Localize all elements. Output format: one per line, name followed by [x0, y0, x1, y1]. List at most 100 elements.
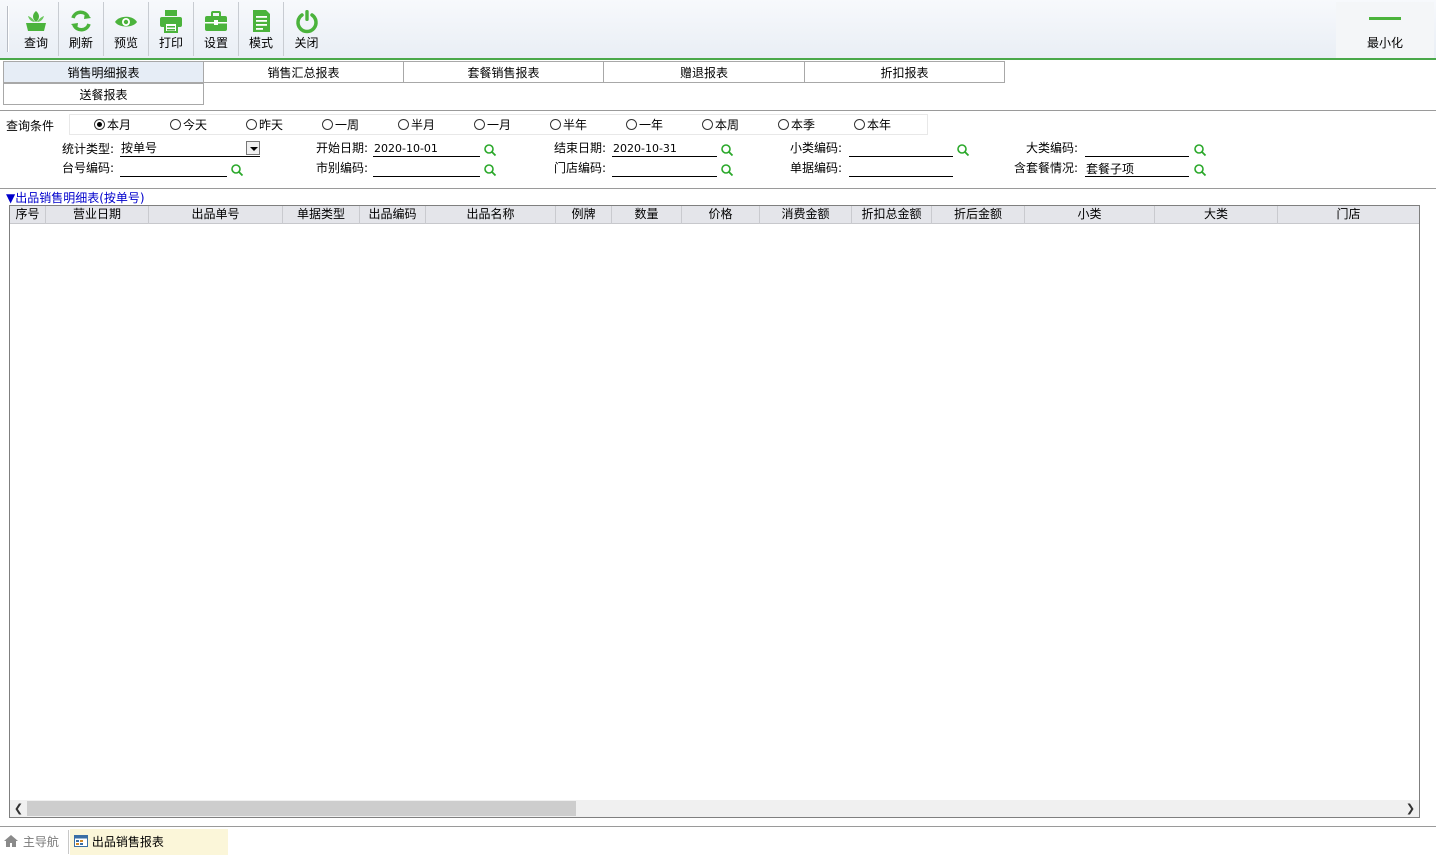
table-code-label: 台号编码:	[61, 161, 114, 175]
chevron-down-icon[interactable]	[246, 141, 260, 155]
column-header[interactable]: 例牌	[556, 206, 612, 224]
refresh-button[interactable]: 刷新	[59, 2, 104, 56]
mode-button[interactable]: 模式	[239, 2, 284, 56]
radio-dot	[778, 119, 789, 130]
subcategory-code-label: 小类编码:	[789, 141, 842, 155]
tab-discount[interactable]: 折扣报表	[804, 61, 1005, 83]
store-code-field[interactable]	[612, 160, 717, 177]
radio-this-month[interactable]: 本月	[94, 117, 131, 133]
radio-dot	[246, 119, 257, 130]
radio-dot	[94, 119, 105, 130]
end-date-field[interactable]	[612, 140, 717, 157]
radio-label: 昨天	[259, 118, 284, 132]
tab-delivery[interactable]: 送餐报表	[3, 83, 204, 105]
home-nav-label: 主导航	[22, 835, 59, 849]
end-date-search-icon[interactable]	[720, 143, 734, 157]
tab-sales-summary[interactable]: 销售汇总报表	[203, 61, 404, 83]
package-status-field[interactable]	[1085, 160, 1189, 177]
category-code-field[interactable]	[1085, 140, 1189, 157]
start-date-search-icon[interactable]	[483, 143, 497, 157]
radio-label: 本周	[715, 118, 740, 132]
column-header[interactable]: 出品编码	[360, 206, 426, 224]
radio-dot	[626, 119, 637, 130]
currency-search-icon[interactable]	[483, 163, 497, 177]
horizontal-scrollbar[interactable]: ❮ ❯	[10, 800, 1419, 817]
query-button[interactable]: 查询	[14, 2, 59, 56]
radio-dot	[474, 119, 485, 130]
home-icon	[4, 835, 18, 847]
home-nav-button[interactable]: 主导航	[3, 831, 59, 853]
table-code-field[interactable]	[120, 160, 227, 177]
radio-this-year[interactable]: 本年	[854, 117, 891, 133]
store-search-icon[interactable]	[720, 163, 734, 177]
tab-package-sales[interactable]: 套餐销售报表	[403, 61, 604, 83]
radio-half-month[interactable]: 半月	[398, 117, 435, 133]
minimize-icon	[1369, 17, 1401, 20]
radio-half-year[interactable]: 半年	[550, 117, 587, 133]
end-date-label: 结束日期:	[553, 141, 606, 155]
report-tabs: 销售明细报表 销售汇总报表 套餐销售报表 赠退报表 折扣报表 送餐报表	[0, 60, 1436, 111]
column-header[interactable]: 序号	[10, 206, 46, 224]
tab-gift-return[interactable]: 赠退报表	[603, 61, 805, 83]
column-header[interactable]: 数量	[612, 206, 682, 224]
scroll-left-icon[interactable]: ❮	[10, 800, 27, 817]
nav-tab-label: 出品销售报表	[91, 835, 164, 849]
nav-tab-product-sales-report[interactable]: 出品销售报表	[70, 829, 228, 855]
minimize-button[interactable]: 最小化	[1336, 2, 1434, 58]
store-code-label: 门店编码:	[553, 161, 606, 175]
power-icon	[295, 10, 318, 34]
query-title: 查询条件	[6, 119, 55, 133]
sales-detail-grid: 序号 营业日期 出品单号 单据类型 出品编码 出品名称 例牌 数量 价格 消费金…	[9, 205, 1420, 818]
settings-button[interactable]: 设置	[194, 2, 239, 56]
category-search-icon[interactable]	[1193, 143, 1207, 157]
grid-section-title[interactable]: ▼出品销售明细表(按单号)	[6, 191, 145, 205]
mode-button-label: 模式	[248, 36, 273, 50]
radio-one-year[interactable]: 一年	[626, 117, 663, 133]
radio-dot	[322, 119, 333, 130]
column-header[interactable]: 营业日期	[46, 206, 149, 224]
radio-today[interactable]: 今天	[170, 117, 207, 133]
column-header[interactable]: 单据类型	[283, 206, 360, 224]
query-icon	[26, 11, 46, 31]
column-header[interactable]: 大类	[1155, 206, 1278, 224]
document-icon	[253, 10, 270, 32]
column-header[interactable]: 小类	[1025, 206, 1155, 224]
tab-sales-detail[interactable]: 销售明细报表	[3, 61, 204, 83]
report-grid-icon	[74, 835, 88, 847]
start-date-field[interactable]	[373, 140, 480, 157]
bill-code-field[interactable]	[849, 160, 953, 177]
package-status-label: 含套餐情况:	[1013, 161, 1078, 175]
scroll-right-icon[interactable]: ❯	[1402, 800, 1419, 817]
radio-this-week[interactable]: 本周	[702, 117, 739, 133]
query-button-label: 查询	[23, 36, 48, 50]
table-code-search-icon[interactable]	[230, 163, 244, 177]
close-button[interactable]: 关闭	[284, 2, 329, 56]
scroll-thumb[interactable]	[27, 801, 576, 816]
radio-one-week[interactable]: 一周	[322, 117, 359, 133]
radio-label: 半年	[563, 118, 588, 132]
stat-type-select[interactable]: 按单号	[120, 140, 260, 157]
radio-label: 半月	[411, 118, 436, 132]
radio-label: 一年	[639, 118, 664, 132]
radio-dot	[398, 119, 409, 130]
subcategory-search-icon[interactable]	[956, 143, 970, 157]
package-status-search-icon[interactable]	[1193, 163, 1207, 177]
column-header[interactable]: 折后金额	[932, 206, 1025, 224]
radio-yesterday[interactable]: 昨天	[246, 117, 283, 133]
currency-code-label: 市别编码:	[315, 161, 368, 175]
column-header[interactable]: 消费金额	[760, 206, 852, 224]
radio-this-quarter[interactable]: 本季	[778, 117, 815, 133]
subcategory-code-field[interactable]	[849, 140, 953, 157]
preview-button[interactable]: 预览	[104, 2, 149, 56]
refresh-icon	[71, 10, 91, 32]
column-header[interactable]: 折扣总金额	[852, 206, 932, 224]
radio-label: 本季	[791, 118, 816, 132]
column-header[interactable]: 出品单号	[149, 206, 283, 224]
print-button[interactable]: 打印	[149, 2, 194, 56]
currency-code-field[interactable]	[373, 160, 480, 177]
column-header[interactable]: 门店	[1278, 206, 1419, 224]
column-header[interactable]: 出品名称	[426, 206, 556, 224]
radio-dot	[702, 119, 713, 130]
radio-one-month[interactable]: 一月	[474, 117, 511, 133]
column-header[interactable]: 价格	[682, 206, 760, 224]
